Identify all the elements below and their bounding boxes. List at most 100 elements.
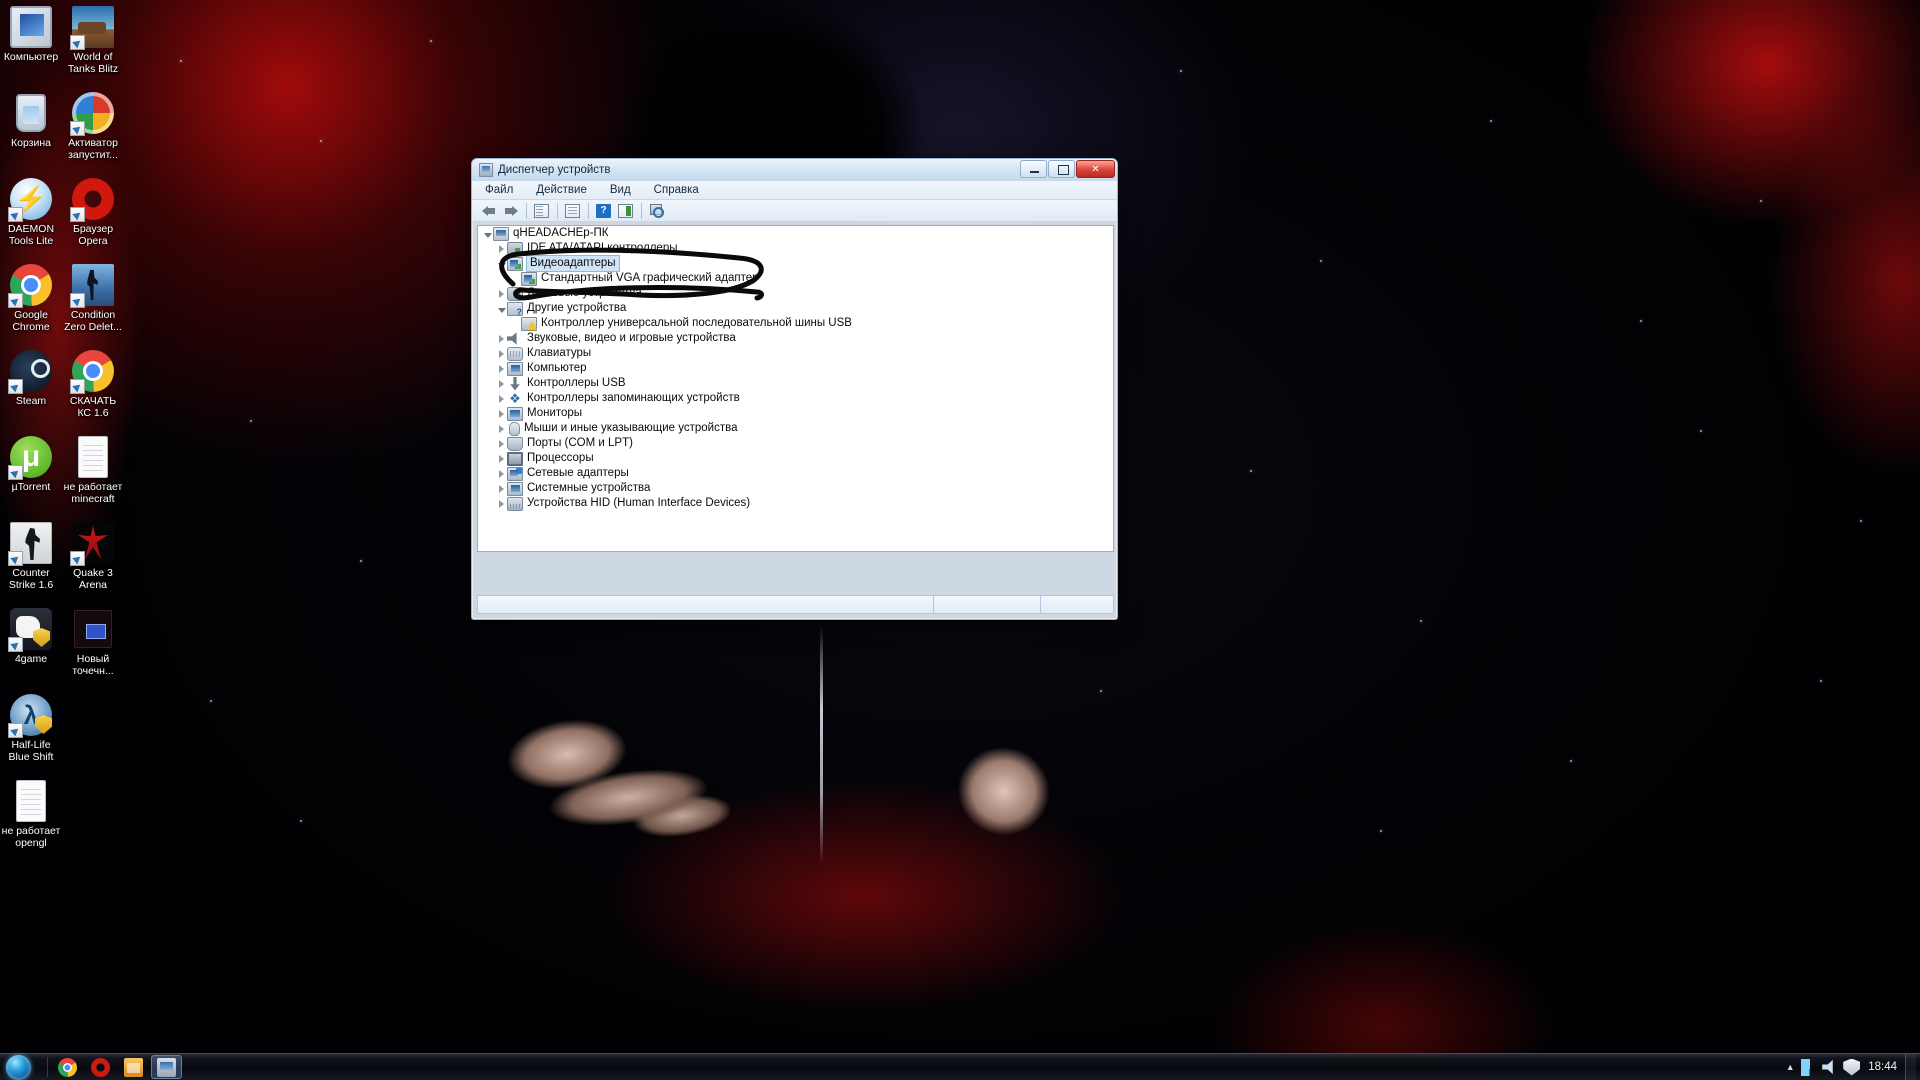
desktop-icon-download-cs[interactable]: СКАЧАТЬ КС 1.6 [62,350,124,419]
back-button[interactable] [478,201,499,220]
expand-chevron-icon[interactable] [496,406,507,421]
scan-hardware-changes-button[interactable] [646,201,667,220]
desktop-icon-condition-zero[interactable]: Condition Zero Delet... [62,264,124,333]
expand-chevron-icon[interactable] [496,436,507,451]
menu-help[interactable]: Справка [651,183,702,197]
tray-network-icon[interactable] [1801,1058,1819,1076]
quake-icon [70,522,114,566]
tree-row[interactable]: Клавиатуры [478,346,1113,361]
taskbar-clock[interactable]: 18:44 [1862,1054,1905,1080]
expand-chevron-icon[interactable] [496,481,507,496]
expand-chevron-icon[interactable] [496,391,507,406]
half-life-icon [8,694,52,738]
tree-row-label: IDE ATA/ATAPI контроллеры [527,242,678,254]
display-adapter-icon [521,271,537,286]
expand-chevron-icon[interactable] [496,346,507,361]
toolbar: ? [472,200,1117,222]
tree-row[interactable]: Другие устройства [478,301,1113,317]
menu-action[interactable]: Действие [533,183,590,197]
tree-row[interactable]: qHEADACHEp-ПК [478,226,1113,241]
collapse-chevron-icon[interactable] [496,256,507,271]
properties-button[interactable] [562,201,583,220]
desktop-icon-minecraft-note[interactable]: не работает minecraft [62,436,124,505]
taskbar-chrome[interactable] [52,1055,83,1079]
desktop-icon-quake-3-arena[interactable]: Quake 3 Arena [62,522,124,591]
desktop-icon-world-of-tanks-blitz[interactable]: World of Tanks Blitz [62,6,124,75]
tree-row-label: Видеоадаптеры [526,255,620,272]
taskbar-opera[interactable] [85,1055,116,1079]
tree-row-label: Контроллер универсальной последовательно… [541,317,852,329]
expand-chevron-icon[interactable] [496,376,507,391]
desktop-icon-half-life-blue-shift[interactable]: Half-Life Blue Shift [0,694,62,763]
tree-row[interactable]: Контроллеры USB [478,376,1113,391]
start-orb-icon[interactable] [2,1054,44,1080]
desktop-icon-opengl-note[interactable]: не работает opengl [0,780,62,849]
maximize-button[interactable] [1048,160,1075,178]
chrome-icon [58,1057,77,1077]
tree-row[interactable]: Мониторы [478,406,1113,421]
desktop-icon-counter-strike[interactable]: Counter Strike 1.6 [0,522,62,591]
tree-row[interactable]: IDE ATA/ATAPI контроллеры [478,241,1113,256]
help-button[interactable]: ? [593,201,614,220]
tree-row[interactable]: Дисковые устройства [478,286,1113,301]
tree-row[interactable]: Сетевые адаптеры [478,466,1113,481]
desktop-icon-google-chrome[interactable]: Google Chrome [0,264,62,333]
utorrent-icon [8,436,52,480]
taskbar[interactable]: ▲ 18:44 [0,1053,1920,1080]
condition-zero-icon [70,264,114,308]
desktop-icon-daemon-tools[interactable]: DAEMON Tools Lite [0,178,62,247]
desktop-icon-steam[interactable]: Steam [0,350,62,408]
taskbar-explorer[interactable] [118,1055,149,1079]
tray-action-center-icon[interactable] [1843,1058,1861,1076]
expand-chevron-icon[interactable] [496,286,507,301]
tree-row[interactable]: Стандартный VGA графический адаптер [478,271,1113,286]
update-driver-button[interactable] [615,201,636,220]
tree-row[interactable]: Процессоры [478,451,1113,466]
expand-chevron-icon[interactable] [496,331,507,346]
window-title-bar[interactable]: Диспетчер устройств ✕ [472,159,1117,181]
tree-row-label: Другие устройства [527,302,627,314]
tree-row[interactable]: Звуковые, видео и игровые устройства [478,331,1113,346]
show-desktop-button[interactable] [1905,1053,1916,1080]
desktop-icon-activator[interactable]: Активатор запустит... [62,92,124,161]
desktop-icon-4game[interactable]: 4game [0,608,62,666]
device-manager-window[interactable]: Диспетчер устройств ✕ Файл Действие Вид … [471,158,1118,620]
tray-volume-icon[interactable] [1822,1059,1833,1075]
tree-row[interactable]: Порты (COM и LPT) [478,436,1113,451]
expand-chevron-icon[interactable] [496,241,507,256]
menu-view[interactable]: Вид [607,183,634,197]
expand-chevron-icon[interactable] [496,451,507,466]
tree-row[interactable]: ❖ Контроллеры запоминающих устройств [478,391,1113,406]
minimize-button[interactable] [1020,160,1047,178]
counter-strike-icon [8,522,52,566]
tree-row[interactable]: Устройства HID (Human Interface Devices) [478,496,1113,511]
collapse-chevron-icon[interactable] [482,226,493,241]
desktop-icon-computer[interactable]: Компьютер [0,6,62,64]
sound-device-icon [507,332,517,345]
tree-row[interactable]: Компьютер [478,361,1113,376]
collapse-chevron-icon[interactable] [496,301,507,316]
activator-icon [70,92,114,136]
show-hidden-devices-button[interactable] [531,201,552,220]
desktop-icon-new-bitmap[interactable]: Новый точечн... [62,608,124,677]
arrow-right-icon [504,205,518,217]
menu-file[interactable]: Файл [482,183,516,197]
desktop-icon-utorrent[interactable]: µTorrent [0,436,62,494]
toolbar-divider [588,202,589,219]
tree-row[interactable]: Системные устройства [478,481,1113,496]
taskbar-device-manager[interactable] [151,1055,182,1079]
tree-row[interactable]: Мыши и иные указывающие устройства [478,421,1113,436]
expand-chevron-icon[interactable] [496,496,507,511]
expand-chevron-icon[interactable] [496,421,507,436]
tree-row[interactable]: Видеоадаптеры [478,255,1113,272]
close-button[interactable]: ✕ [1076,160,1115,178]
desktop-icon-opera[interactable]: Браузер Opera [62,178,124,247]
expand-chevron-icon[interactable] [496,361,507,376]
tray-overflow-icon[interactable]: ▲ [1781,1062,1799,1072]
forward-button[interactable] [500,201,521,220]
toolbar-divider [557,202,558,219]
desktop-icon-recycle-bin[interactable]: Корзина [0,92,62,150]
expand-chevron-icon[interactable] [496,466,507,481]
device-tree[interactable]: qHEADACHEp-ПК IDE ATA/ATAPI контроллеры Ви… [477,225,1114,552]
tree-row[interactable]: Контроллер универсальной последовательно… [478,316,1113,331]
